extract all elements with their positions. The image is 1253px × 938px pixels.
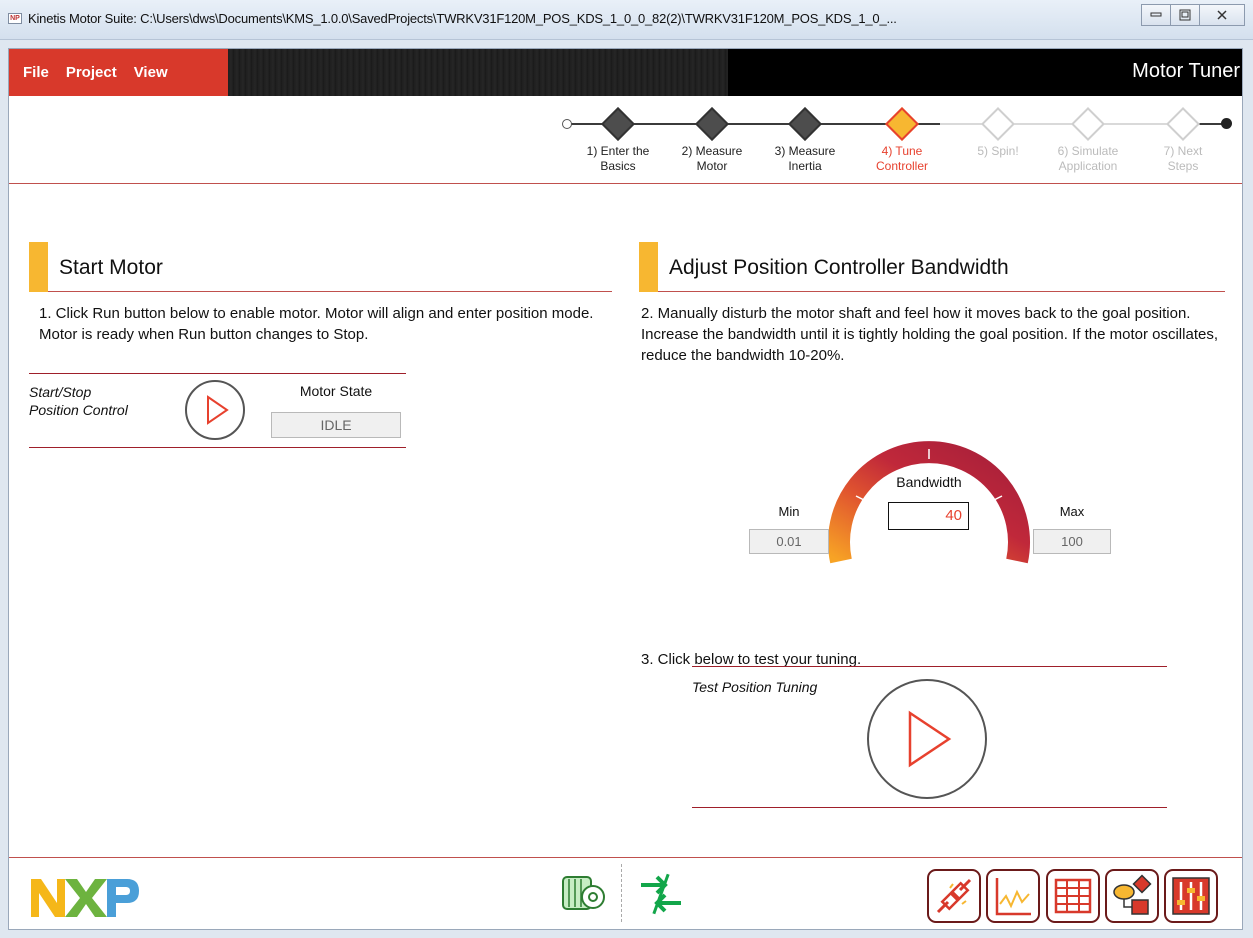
step-spin[interactable]: 5) Spin! xyxy=(956,107,1040,159)
menu-view[interactable]: View xyxy=(134,64,168,81)
close-button[interactable] xyxy=(1199,4,1245,26)
start-stop-label: Start/Stop Position Control xyxy=(29,384,128,418)
step-next-steps[interactable]: 7) Next Steps xyxy=(1141,107,1225,174)
run-button[interactable] xyxy=(185,380,245,440)
status-separator xyxy=(621,864,622,922)
table-grid-icon xyxy=(1054,878,1092,914)
motor-state-value: IDLE xyxy=(271,412,401,438)
app-icon: NP xyxy=(8,13,22,24)
diagram-blocks-icon xyxy=(1113,874,1152,915)
window-titlebar: NP Kinetis Motor Suite: C:\Users\dws\Doc… xyxy=(0,0,1253,40)
close-icon xyxy=(1217,10,1227,20)
sliders-icon xyxy=(1172,877,1210,915)
panel-divider xyxy=(692,666,1167,667)
step-wizard: 1) Enter the Basics 2) Measure Motor 3) Me… xyxy=(9,96,1242,184)
step-label: 5) Spin! xyxy=(977,144,1019,158)
table-tool-button[interactable] xyxy=(1046,869,1100,923)
bandwidth-header: Adjust Position Controller Bandwidth xyxy=(639,242,1225,292)
maximize-button[interactable] xyxy=(1170,4,1200,26)
menu-bar: File Project View Motor Tuner xyxy=(9,49,1242,96)
step-label: 2) Measure Motor xyxy=(681,144,743,173)
motor-status[interactable] xyxy=(557,867,609,924)
max-label: Max xyxy=(1059,504,1085,519)
step-tune-controller[interactable]: 4) Tune Controller xyxy=(860,107,944,174)
min-label: Min xyxy=(778,504,800,519)
step-start-dot xyxy=(562,119,572,129)
panel-divider xyxy=(29,447,406,448)
section-accent-bar xyxy=(639,242,658,292)
step-diamond-active-icon xyxy=(885,107,919,141)
test-position-label: Test Position Tuning xyxy=(692,679,818,695)
step-diamond-icon xyxy=(695,107,729,141)
bandwidth-instruction: 2. Manually disturb the motor shaft and … xyxy=(641,305,1218,364)
connection-status[interactable] xyxy=(635,869,687,926)
nxp-logo-icon xyxy=(31,879,139,917)
menu-file[interactable]: File xyxy=(23,64,49,81)
bandwidth-label: Bandwidth xyxy=(896,474,962,490)
maximize-icon xyxy=(1179,9,1191,21)
min-value-field[interactable]: 0.01 xyxy=(749,529,829,554)
menu-project[interactable]: Project xyxy=(66,64,117,81)
motor-state-label: Motor State xyxy=(299,383,373,399)
connection-arrows-icon xyxy=(641,873,681,915)
app-client-area: File Project View Motor Tuner 1) Enter t… xyxy=(8,48,1243,930)
step-label: 4) Tune Controller xyxy=(875,144,929,173)
step-label: 1) Enter the Basics xyxy=(586,144,650,173)
menu-items: File Project View xyxy=(9,49,228,96)
step-measure-inertia[interactable]: 3) Measure Inertia xyxy=(763,107,847,174)
section-accent-bar xyxy=(29,242,48,292)
start-motor-instruction: 1. Click Run button below to enable moto… xyxy=(39,305,594,343)
panel-divider xyxy=(29,373,406,374)
bandwidth-input[interactable]: 40 xyxy=(888,502,969,530)
app-page-title: Motor Tuner xyxy=(1132,60,1240,82)
step-enter-basics[interactable]: 1) Enter the Basics xyxy=(576,107,660,174)
section-title: Start Motor xyxy=(59,256,163,279)
plug-connect-icon xyxy=(936,878,972,914)
step-diamond-icon xyxy=(601,107,635,141)
scope-chart-icon xyxy=(995,878,1031,916)
step-label: 6) Simulate Application xyxy=(1057,144,1119,173)
menu-decoration xyxy=(228,49,728,96)
start-motor-header: Start Motor xyxy=(29,242,612,292)
play-icon xyxy=(207,395,229,425)
step-measure-motor[interactable]: 2) Measure Motor xyxy=(670,107,754,174)
step-diamond-todo-icon xyxy=(1071,107,1105,141)
window-controls xyxy=(1141,4,1245,26)
test-run-button[interactable] xyxy=(867,679,987,799)
scope-tool-button[interactable] xyxy=(986,869,1040,923)
motor-icon xyxy=(562,876,605,910)
sliders-tool-button[interactable] xyxy=(1164,869,1218,923)
step-label: 7) Next Steps xyxy=(1163,144,1203,173)
minimize-icon xyxy=(1150,12,1162,17)
step-label: 3) Measure Inertia xyxy=(774,144,836,173)
window-title: Kinetis Motor Suite: C:\Users\dws\Docume… xyxy=(28,11,897,26)
play-icon xyxy=(908,710,952,768)
gauge-needle-marker[interactable] xyxy=(878,408,897,431)
step-diamond-todo-icon xyxy=(981,107,1015,141)
panel-divider xyxy=(692,807,1167,808)
connect-tool-button[interactable] xyxy=(927,869,981,923)
section-title: Adjust Position Controller Bandwidth xyxy=(669,256,1009,279)
step-simulate-application[interactable]: 6) Simulate Application xyxy=(1046,107,1130,174)
max-value-field[interactable]: 100 xyxy=(1033,529,1111,554)
diagram-tool-button[interactable] xyxy=(1105,869,1159,923)
footer-divider xyxy=(9,857,1242,858)
nxp-logo xyxy=(31,877,141,924)
step-diamond-icon xyxy=(788,107,822,141)
step-diamond-todo-icon xyxy=(1166,107,1200,141)
minimize-button[interactable] xyxy=(1141,4,1171,26)
